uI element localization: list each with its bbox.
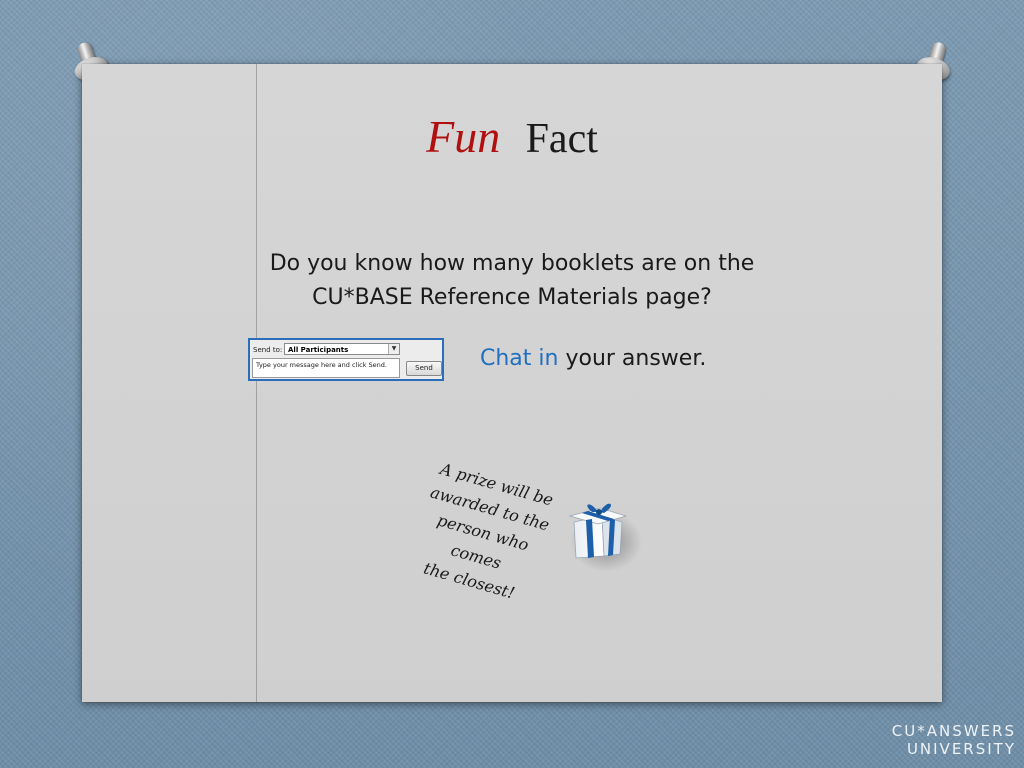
dropdown-arrow-icon: ▼: [388, 344, 399, 354]
title-fact: Fact: [525, 116, 598, 162]
chat-in-highlight: Chat in: [480, 346, 559, 371]
send-to-label: Send to:: [253, 346, 283, 354]
question-line-1: Do you know how many booklets are on the: [269, 251, 755, 276]
chat-prompt-rest: your answer.: [558, 346, 707, 371]
slide-title: Fun Fact: [0, 110, 1024, 163]
chat-prompt: Chat in your answer.: [480, 346, 706, 371]
chat-widget-screenshot: Send to: All Participants ▼ Type your me…: [248, 338, 444, 381]
title-fun: Fun: [426, 111, 501, 162]
chat-message-box: Type your message here and click Send.: [252, 358, 400, 378]
brand-line-1: CU*ANSWERS: [891, 722, 1016, 740]
send-button: Send: [406, 361, 442, 376]
brand-line-2: UNIVERSITY: [906, 740, 1016, 758]
send-to-select: All Participants ▼: [284, 343, 400, 355]
gift-box-icon: [568, 503, 642, 572]
question-text: Do you know how many booklets are on the…: [212, 247, 812, 315]
brand-logo: CU*ANSWERS UNIVERSITY: [892, 722, 1016, 758]
question-line-2: CU*BASE Reference Materials page?: [312, 285, 712, 310]
send-to-value: All Participants: [288, 346, 349, 354]
